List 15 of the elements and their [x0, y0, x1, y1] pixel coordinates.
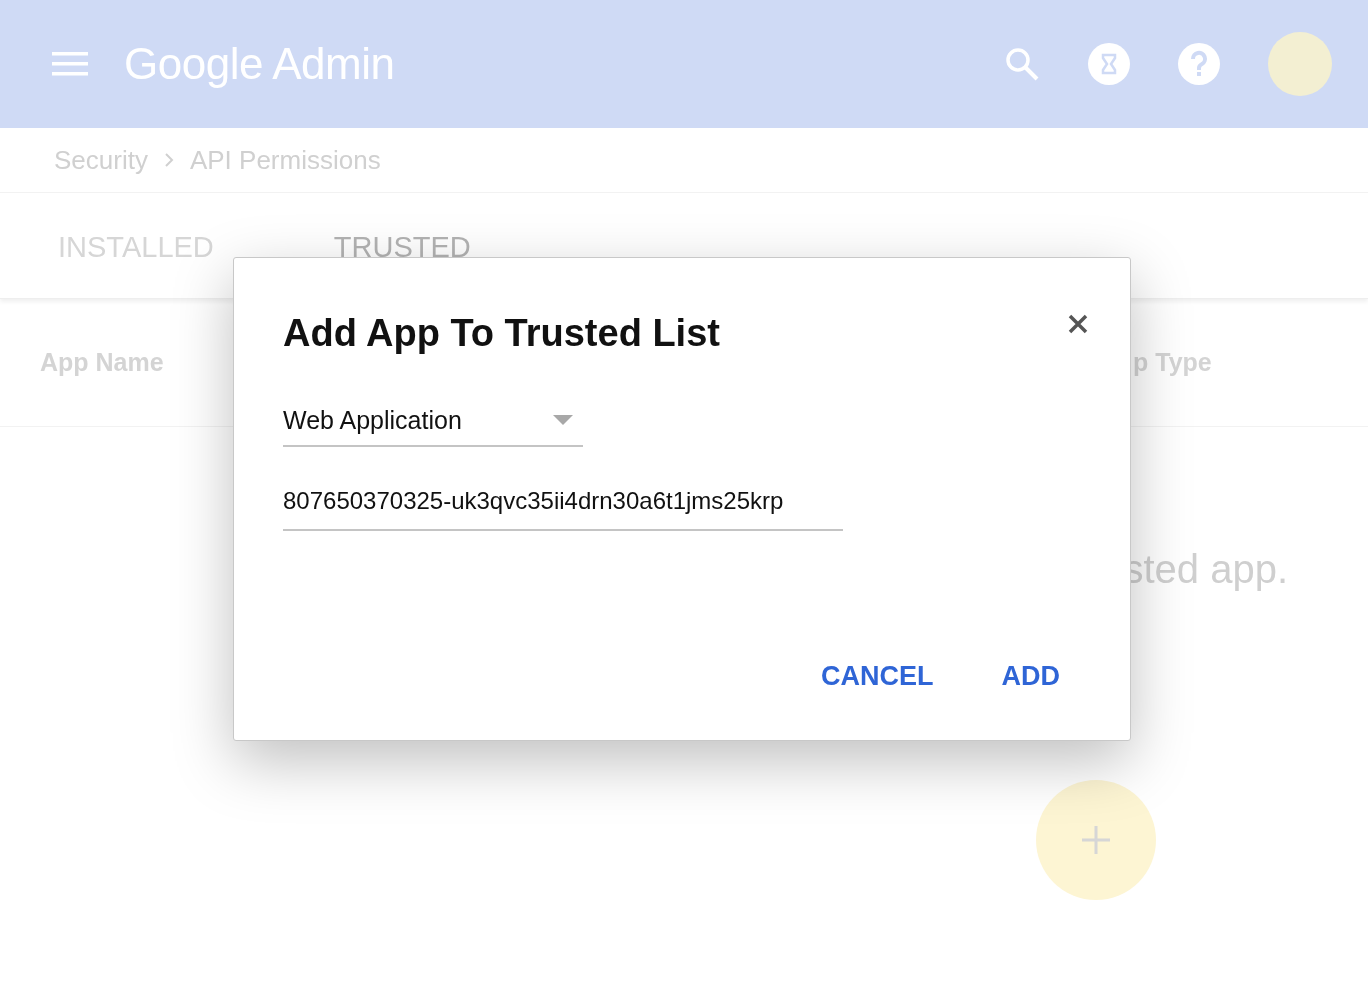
help-icon[interactable]	[1178, 43, 1220, 85]
close-icon	[1066, 312, 1090, 336]
tab[interactable]: TRUSTED	[333, 231, 471, 264]
hourglass-icon[interactable]	[1088, 43, 1130, 85]
dialog-title: Add App To Trusted List	[283, 312, 720, 355]
menu-icon[interactable]	[52, 52, 88, 76]
plus-icon	[1082, 826, 1110, 854]
search-icon[interactable]	[1004, 46, 1040, 82]
app-type-dropdown[interactable]: Web Application	[283, 395, 583, 447]
cancel-button[interactable]: CANCEL	[821, 661, 934, 692]
close-button[interactable]	[1066, 312, 1090, 336]
client-id-field[interactable]: 807650370325-uk3qvc35ii4drn30a6t1jms25krp	[283, 479, 843, 531]
dropdown-arrow-icon	[553, 415, 573, 425]
add-button[interactable]: ADD	[1001, 661, 1060, 692]
chevron-icon	[163, 152, 174, 168]
